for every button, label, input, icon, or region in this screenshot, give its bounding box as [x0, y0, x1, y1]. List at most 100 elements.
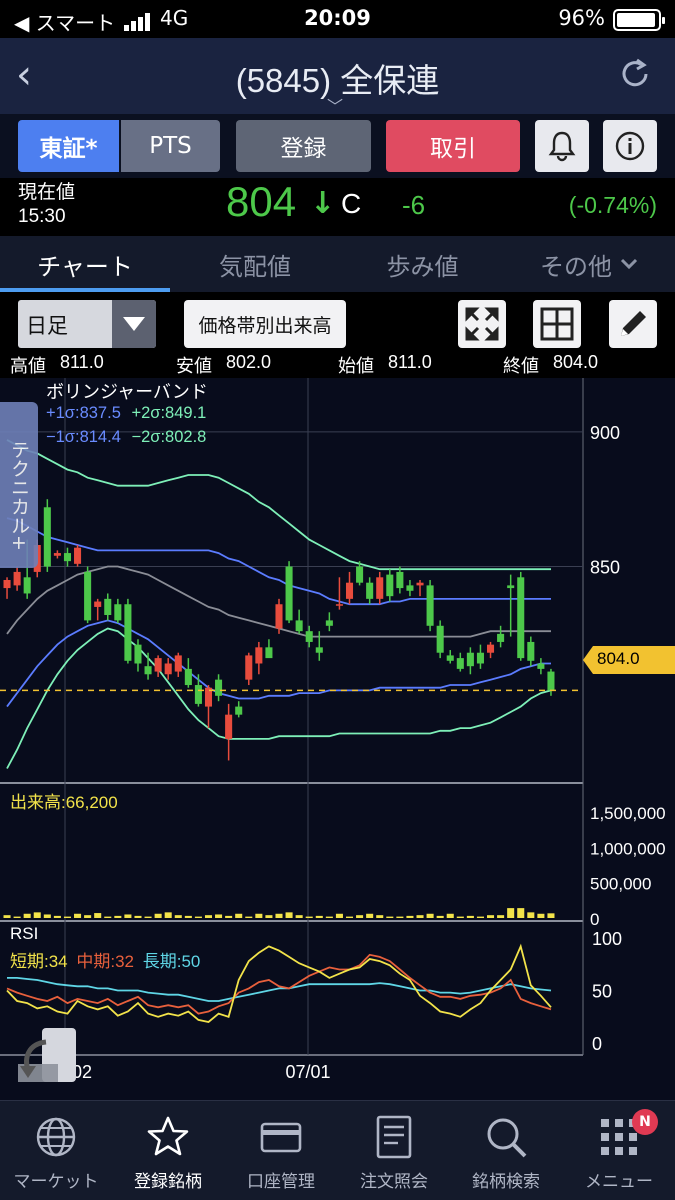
nav-search[interactable]: 銘柄検索: [450, 1101, 562, 1200]
volume-bar: [3, 915, 11, 918]
tab-ticks[interactable]: 歩み値: [340, 236, 505, 292]
volume-bar: [33, 912, 41, 918]
pts-exchange-button[interactable]: PTS: [121, 120, 220, 172]
candle-body: [215, 679, 223, 696]
stock-chart[interactable]: 9008501,500,0001,000,000500,000010050002…: [0, 378, 675, 1100]
volume-bar: [497, 915, 505, 918]
volume-bar: [517, 908, 525, 918]
candle-body: [315, 647, 323, 653]
globe-icon: [36, 1117, 76, 1157]
candle-body: [527, 641, 535, 661]
volume-bar: [537, 913, 545, 918]
volume-bar: [426, 913, 434, 918]
current-price-label: 現在値: [18, 182, 76, 203]
volume-bar: [547, 913, 555, 918]
candle-body: [225, 714, 233, 739]
volume-bar: [245, 916, 253, 918]
tab-other[interactable]: その他: [505, 236, 675, 292]
candle-body: [265, 647, 273, 659]
bollinger-title: ボリンジャーバンド: [46, 382, 208, 402]
expand-icon: [465, 307, 499, 341]
nav-market-label: マーケット: [13, 1172, 99, 1192]
volume-bar: [295, 915, 303, 918]
candle-body: [53, 553, 61, 556]
candle-body: [325, 620, 333, 626]
volume-bar: [466, 915, 474, 918]
search-icon: [487, 1118, 527, 1158]
fullscreen-button[interactable]: [458, 300, 506, 348]
volume-bar: [215, 914, 223, 918]
volume-bar: [416, 915, 424, 918]
price-time: 15:30: [18, 206, 66, 227]
candle-body: [466, 652, 474, 667]
nav-market[interactable]: マーケット: [0, 1101, 112, 1200]
plus2-label: +2σ:849.1: [131, 404, 207, 422]
current-price-badge: 804.0: [583, 646, 675, 674]
candle-body: [94, 601, 102, 607]
nav-menu[interactable]: メニュー: [563, 1101, 675, 1200]
volume-bar: [84, 915, 92, 918]
candle-body: [366, 582, 374, 599]
register-button[interactable]: 登録: [236, 120, 371, 172]
nav-orders-label: 注文照会: [360, 1172, 428, 1192]
volume-bar: [23, 913, 31, 918]
volume-bar: [527, 912, 535, 918]
technical-side-tab[interactable]: テクニカル+: [0, 402, 38, 568]
candle-body: [275, 604, 283, 629]
date-tick-label: 07/01: [285, 1062, 330, 1082]
layout-button[interactable]: [533, 300, 581, 348]
candle-body: [285, 566, 293, 621]
open-label: 始値: [338, 356, 374, 376]
nav-search-label: 銘柄検索: [472, 1172, 540, 1192]
period-select[interactable]: 日足: [18, 300, 156, 348]
rsi-tick-label: 0: [592, 1034, 602, 1054]
volume-bar: [356, 915, 364, 918]
candle-body: [345, 582, 354, 599]
draw-button[interactable]: [609, 300, 657, 348]
volume-bar: [63, 916, 71, 918]
technical-side-tab-label: テクニカル+: [8, 440, 30, 551]
candle-body: [386, 574, 394, 597]
nav-account-label: 口座管理: [247, 1172, 315, 1192]
refresh-icon[interactable]: [617, 56, 653, 92]
volume-profile-button[interactable]: 価格帯別出来高: [184, 300, 346, 348]
tab-quotes[interactable]: 気配値: [170, 236, 340, 292]
volume-bar: [386, 916, 394, 918]
chart-area[interactable]: 900 850 1,500,000 1,000,000 500,000 0 100 50 0 02…: [0, 378, 675, 1100]
return-icon: [18, 1028, 76, 1082]
tab-chart[interactable]: チャート: [0, 236, 170, 292]
price-change-percent: (-0.74%): [568, 192, 657, 218]
alert-button[interactable]: [535, 120, 589, 172]
trade-button[interactable]: 取引: [386, 120, 520, 172]
volume-bar: [325, 916, 333, 918]
candle-body: [194, 685, 202, 704]
volume-bar: [305, 916, 313, 918]
nav-watchlist[interactable]: 登録銘柄: [112, 1101, 224, 1200]
action-bar: 東証* PTS 登録 取引: [0, 114, 675, 178]
volume-bar: [194, 916, 202, 918]
volume-bar: [507, 908, 515, 918]
candle-body: [3, 580, 11, 589]
price-label: 現在値 15:30: [18, 181, 75, 229]
bollinger-minus2-line: [6, 627, 552, 769]
battery-percent: 96%: [558, 6, 605, 30]
return-overlay-button[interactable]: [16, 1028, 78, 1084]
candlesticks: [3, 499, 555, 761]
volume-bar: [406, 915, 414, 918]
volume-bar: [235, 913, 243, 918]
volume-bar: [174, 915, 182, 918]
close-flag: C: [341, 188, 362, 219]
candle-body: [456, 658, 464, 669]
status-bar: ◀ スマート 4G 20:09 96%: [0, 0, 675, 38]
nav-account[interactable]: 口座管理: [225, 1101, 337, 1200]
candle-body: [174, 655, 182, 672]
tosho-exchange-button[interactable]: 東証*: [18, 120, 119, 172]
info-button[interactable]: [603, 120, 657, 172]
candle-body: [517, 577, 525, 659]
candle-body: [255, 647, 263, 664]
rsi-title: RSI: [10, 924, 39, 943]
candle-body: [406, 585, 414, 591]
nav-orders[interactable]: 注文照会: [338, 1101, 450, 1200]
low-label: 安値: [176, 356, 212, 376]
volume-bar: [124, 914, 132, 918]
